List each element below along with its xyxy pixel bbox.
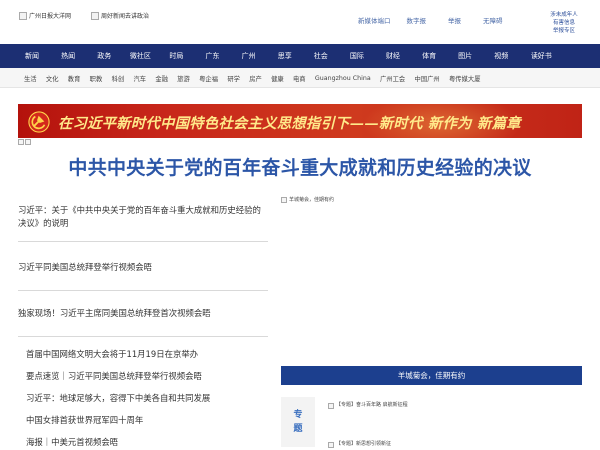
- nav-item-finance[interactable]: 财经: [375, 51, 411, 61]
- top-bar: 广州日报大洋网 周好新闻去讲政治 新媒体端口 数字报 举报 无障碍 涉未成年人 …: [0, 0, 600, 44]
- special-topics-label: 专 题: [281, 397, 315, 447]
- nav-item-books[interactable]: 读好书: [519, 51, 563, 61]
- nav-item-gov[interactable]: 政务: [86, 51, 122, 61]
- nav-item-guangdong[interactable]: 广东: [194, 51, 230, 61]
- subnav-item-vocational[interactable]: 职教: [90, 74, 103, 83]
- subnav-item-union[interactable]: 广州工会: [380, 74, 405, 83]
- subnav-item-sci-tech[interactable]: 科创: [112, 74, 125, 83]
- photo-caption: 羊城菊会，佳期有约: [289, 197, 335, 203]
- divider: [18, 290, 268, 291]
- nav-item-international[interactable]: 国际: [339, 51, 375, 61]
- banner-slogan: 在习近平新时代中国特色社会主义思想指引下——新时代 新作为 新篇章: [58, 116, 521, 132]
- site-logo[interactable]: 广州日报大洋网: [19, 11, 71, 20]
- subnav-item-health[interactable]: 健康: [271, 74, 284, 83]
- subnav-item-education[interactable]: 教育: [68, 74, 81, 83]
- slogan-banner[interactable]: 在习近平新时代中国特色社会主义思想指引下——新时代 新作为 新篇章: [18, 104, 582, 138]
- subnav-item-ecommerce[interactable]: 电商: [293, 74, 306, 83]
- nav-item-hot[interactable]: 热闻: [50, 51, 86, 61]
- broken-image-icon: [281, 196, 287, 203]
- nav-item-sports[interactable]: 体育: [411, 51, 447, 61]
- article-link[interactable]: 独家现场！习近平主席同美国总统拜登首次视频会晤: [18, 307, 268, 320]
- page-headline[interactable]: 中共中央关于党的百年奋斗重大成就和历史经验的决议: [0, 153, 600, 180]
- nav-item-community[interactable]: 微社区: [122, 51, 158, 61]
- list-item[interactable]: 海报｜中美元首视频会晤: [26, 434, 286, 450]
- subnav-item-auto[interactable]: 汽车: [133, 74, 146, 83]
- subnav-item-guangzhou-china[interactable]: Guangzhou China: [315, 75, 371, 82]
- subnav-item-life[interactable]: 生活: [24, 74, 37, 83]
- subnav-item-china-guangzhou[interactable]: 中国广州: [415, 74, 440, 83]
- nav-item-politics[interactable]: 时局: [158, 51, 194, 61]
- link-new-media[interactable]: 新媒体端口: [358, 15, 391, 25]
- slogan-logo[interactable]: 周好新闻去讲政治: [91, 11, 149, 20]
- link-accessibility[interactable]: 无障碍: [483, 15, 503, 25]
- article-link[interactable]: 习近平同美国总统拜登举行视频会晤: [18, 261, 268, 274]
- broken-image-icon: [91, 11, 99, 20]
- list-item[interactable]: 中国女排首获世界冠军四十周年: [26, 412, 286, 434]
- party-emblem-icon: [28, 111, 50, 133]
- news-list: 首届中国网络文明大会将于11月19日在京举办 要点速览｜习近平同美国总统拜登举行…: [26, 346, 286, 450]
- broken-image-icon: [19, 11, 27, 20]
- subnav-item-enterprise[interactable]: 粤企福: [199, 74, 218, 83]
- broken-image-icon: [328, 403, 334, 409]
- nav-item-society[interactable]: 社会: [303, 51, 339, 61]
- broken-image-icon: [328, 442, 334, 448]
- list-item[interactable]: 要点速览｜习近平同美国总统拜登举行视频会晤: [26, 368, 286, 390]
- nav-item-guangzhou[interactable]: 广州: [231, 51, 267, 61]
- article-link[interactable]: 习近平：关于《中共中央关于党的百年奋斗重大成就和历史经验的决议》的说明: [18, 204, 268, 230]
- link-digital-paper[interactable]: 数字报: [407, 15, 427, 25]
- photo-slide[interactable]: 羊城菊会，佳期有约: [281, 196, 334, 203]
- slide-caption-bar[interactable]: 羊城菊会，佳期有约: [281, 366, 582, 385]
- list-item[interactable]: 习近平：地球足够大，容得下中美各自和共同发展: [26, 390, 286, 412]
- top-links: 新媒体端口 数字报 举报 无障碍: [358, 15, 503, 25]
- subnav-item-media-building[interactable]: 粤传媒大厦: [449, 74, 480, 83]
- special-topic-item[interactable]: 【专题】新思想引领新征: [328, 441, 428, 448]
- subnav-item-travel[interactable]: 旅游: [177, 74, 190, 83]
- subnav-item-banking[interactable]: 金融: [155, 74, 168, 83]
- sub-nav: 生活 文化 教育 职教 科创 汽车 金融 旅游 粤企福 研学 房产 健康 电商 …: [0, 68, 600, 88]
- nav-item-news[interactable]: 新闻: [14, 51, 50, 61]
- broken-image-icon: [18, 139, 32, 147]
- nav-item-video[interactable]: 视频: [483, 51, 519, 61]
- subnav-item-culture[interactable]: 文化: [46, 74, 59, 83]
- divider: [18, 241, 268, 242]
- main-nav: 新闻 热闻 政务 微社区 时局 广东 广州 思享 社会 国际 财经 体育 图片 …: [0, 44, 600, 68]
- subnav-item-property[interactable]: 房产: [249, 74, 262, 83]
- special-topic-item[interactable]: 【专题】奋斗百年路 启航新征程: [328, 402, 428, 409]
- divider: [18, 336, 268, 337]
- list-item[interactable]: 首届中国网络文明大会将于11月19日在京举办: [26, 346, 286, 368]
- minor-report-zone[interactable]: 涉未成年人 有害信息 举报专区: [544, 11, 584, 35]
- subnav-item-study-tour[interactable]: 研学: [227, 74, 240, 83]
- nav-item-opinion[interactable]: 思享: [267, 51, 303, 61]
- link-report[interactable]: 举报: [448, 15, 461, 25]
- nav-item-pictures[interactable]: 图片: [447, 51, 483, 61]
